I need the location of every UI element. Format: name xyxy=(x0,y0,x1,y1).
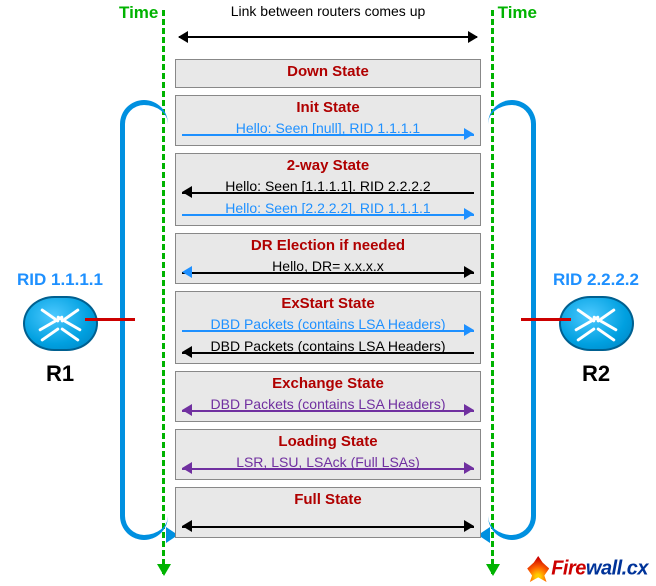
msg-text: Hello: Seen [1.1.1.1]. RID 2.2.2.2 xyxy=(221,178,434,194)
watermark-wall: wall.cx xyxy=(586,557,648,579)
state-title: Down State xyxy=(182,63,474,80)
r1-rid: RID 1.1.1.1 xyxy=(5,270,115,290)
watermark-fire: Fire xyxy=(551,557,586,579)
linkup-text: Link between routers comes up xyxy=(175,3,481,19)
msg-full-both xyxy=(182,510,474,530)
r1-name: R1 xyxy=(5,361,115,387)
msg-dbd-r2r1: DBD Packets (contains LSA Headers) xyxy=(182,336,474,356)
state-title: Full State xyxy=(182,491,474,508)
state-title: ExStart State xyxy=(182,295,474,312)
msg-text: Hello: Seen [2.2.2.2]. RID 1.1.1.1 xyxy=(221,200,434,216)
linkup-arrow xyxy=(179,36,477,38)
time-label-right: Time xyxy=(498,3,537,23)
r2-rid: RID 2.2.2.2 xyxy=(541,270,651,290)
msg-lsr-lsu-lsack: LSR, LSU, LSAck (Full LSAs) xyxy=(182,452,474,472)
state-twoway: 2-way State Hello: Seen [1.1.1.1]. RID 2… xyxy=(175,153,481,226)
center-column: Link between routers comes up Down State… xyxy=(175,25,481,545)
state-exstart: ExStart State DBD Packets (contains LSA … xyxy=(175,291,481,364)
flame-icon xyxy=(527,556,549,582)
msg-dbd-r1r2: DBD Packets (contains LSA Headers) xyxy=(182,314,474,334)
msg-text: Hello, DR= x.x.x.x xyxy=(268,258,388,274)
state-loading: Loading State LSR, LSU, LSAck (Full LSAs… xyxy=(175,429,481,480)
cable-right xyxy=(521,318,571,321)
watermark: Firewall.cx xyxy=(527,556,648,582)
state-full: Full State xyxy=(175,487,481,538)
router-r1-icon xyxy=(23,296,98,351)
msg-text: Hello: Seen [null], RID 1.1.1.1 xyxy=(232,120,424,136)
state-title: DR Election if needed xyxy=(182,237,474,254)
state-init: Init State Hello: Seen [null], RID 1.1.1… xyxy=(175,95,481,146)
msg-hello-null: Hello: Seen [null], RID 1.1.1.1 xyxy=(182,118,474,138)
msg-hello-dr: Hello, DR= x.x.x.x xyxy=(182,256,474,276)
msg-hello-seen-2222: Hello: Seen [2.2.2.2]. RID 1.1.1.1 xyxy=(182,198,474,218)
router-r2-column: RID 2.2.2.2 R2 xyxy=(541,270,651,387)
r2-name: R2 xyxy=(541,361,651,387)
msg-text: DBD Packets (contains LSA Headers) xyxy=(207,396,450,412)
state-title: Loading State xyxy=(182,433,474,450)
msg-hello-seen-1111: Hello: Seen [1.1.1.1]. RID 2.2.2.2 xyxy=(182,176,474,196)
msg-text: DBD Packets (contains LSA Headers) xyxy=(207,316,450,332)
state-title: Init State xyxy=(182,99,474,116)
state-down: Down State xyxy=(175,59,481,88)
time-label-left: Time xyxy=(119,3,158,23)
msg-dbd-both: DBD Packets (contains LSA Headers) xyxy=(182,394,474,414)
state-title: 2-way State xyxy=(182,157,474,174)
msg-text: LSR, LSU, LSAck (Full LSAs) xyxy=(232,454,424,470)
router-r2-icon xyxy=(559,296,634,351)
msg-text: DBD Packets (contains LSA Headers) xyxy=(207,338,450,354)
state-dr-election: DR Election if needed Hello, DR= x.x.x.x xyxy=(175,233,481,284)
router-r1-column: RID 1.1.1.1 R1 xyxy=(5,270,115,387)
state-exchange: Exchange State DBD Packets (contains LSA… xyxy=(175,371,481,422)
state-title: Exchange State xyxy=(182,375,474,392)
cable-left xyxy=(85,318,135,321)
linkup-row: Link between routers comes up xyxy=(175,25,481,49)
